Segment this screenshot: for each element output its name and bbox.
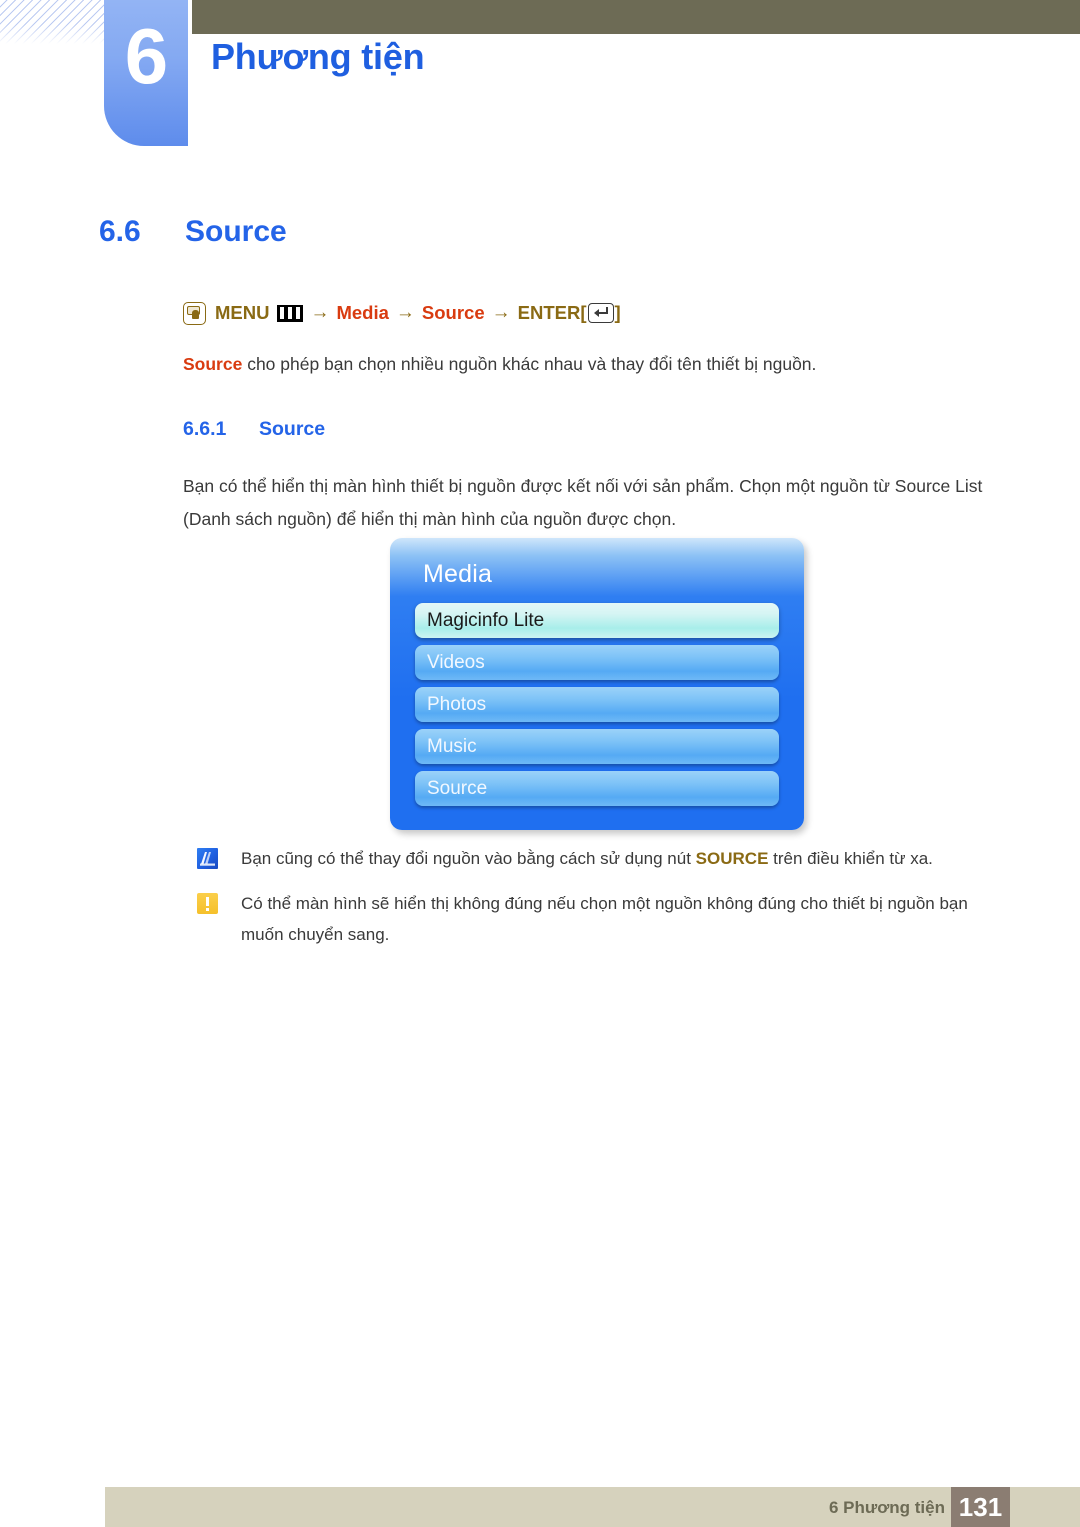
subsection-number: 6.6.1: [183, 418, 227, 440]
osd-item-photos[interactable]: Photos: [415, 687, 779, 722]
menu-path-step-source: Source: [421, 302, 485, 323]
chapter-title: Phương tiện: [211, 36, 425, 77]
osd-item-videos[interactable]: Videos: [415, 645, 779, 680]
footer-page-number: 131: [951, 1487, 1010, 1527]
body-paragraph: Bạn có thể hiển thị màn hình thiết bị ng…: [183, 476, 983, 529]
caution-exclamation-icon: [197, 893, 218, 914]
note-text: Bạn cũng có thể thay đổi nguồn vào bằng …: [241, 843, 933, 874]
note-text: Có thể màn hình sẽ hiển thị không đúng n…: [241, 894, 968, 944]
press-button-icon: [183, 301, 206, 325]
note-pencil-icon: [197, 848, 218, 869]
osd-item-label: Photos: [427, 694, 487, 715]
subsection-heading: 6.6.1 Source: [183, 418, 325, 441]
note-caution-wrong-source: Có thể màn hình sẽ hiển thị không đúng n…: [197, 888, 997, 950]
osd-item-label: Videos: [427, 652, 485, 673]
note-remote-source: Bạn cũng có thể thay đổi nguồn vào bằng …: [197, 843, 997, 874]
subsection-title: Source: [259, 418, 326, 440]
menu-path-menu-label: MENU: [215, 302, 270, 323]
note-text-bold: SOURCE: [695, 849, 769, 868]
enter-key-icon: [587, 303, 614, 323]
osd-item-label: Magicinfo Lite: [427, 610, 545, 631]
osd-item-source[interactable]: Source: [415, 771, 779, 806]
note-text-post: trên điều khiển từ xa.: [768, 849, 933, 868]
header-olive-bar: [192, 0, 1080, 34]
section-heading: 6.6 Source: [99, 215, 287, 249]
bracket-close: ]: [614, 302, 621, 323]
menu-path-enter-label: ENTER: [517, 302, 581, 323]
section-number: 6.6: [99, 215, 141, 248]
osd-screenshot: Media Magicinfo Lite Videos Photos Music…: [390, 538, 804, 830]
chapter-tab: 6: [104, 0, 188, 146]
osd-item-label: Source: [427, 778, 488, 799]
menu-path-arrow-3: →: [491, 302, 511, 323]
osd-panel: Media Magicinfo Lite Videos Photos Music…: [390, 538, 804, 830]
footer-chapter-label: 6 Phương tiện: [828, 1498, 945, 1517]
menu-path-line: MENU → Media → Source → ENTER [ ]: [183, 300, 621, 326]
footer-bar: 6 Phương tiện: [105, 1487, 1080, 1527]
chapter-number: 6: [124, 12, 168, 100]
intro-rest: cho phép bạn chọn nhiều nguồn khác nhau …: [242, 354, 817, 374]
osd-menu-list: Magicinfo Lite Videos Photos Music Sourc…: [415, 603, 779, 813]
menu-path-arrow-2: →: [395, 302, 415, 323]
section-title: Source: [185, 215, 287, 248]
intro-line: Source cho phép bạn chọn nhiều nguồn khá…: [183, 350, 1003, 379]
intro-bold-lead: Source: [183, 354, 243, 374]
page-header: 6 Phương tiện: [0, 0, 1080, 165]
menu-path-arrow-1: →: [310, 302, 330, 323]
bracket-open: [: [580, 302, 587, 323]
decorative-hatch-pattern: [0, 0, 108, 44]
osd-item-label: Music: [427, 736, 477, 757]
menu-bars-icon: [277, 304, 304, 322]
osd-panel-title: Media: [423, 560, 493, 588]
menu-path-step-media: Media: [336, 302, 389, 323]
osd-item-music[interactable]: Music: [415, 729, 779, 764]
osd-item-magicinfo-lite[interactable]: Magicinfo Lite: [415, 603, 779, 638]
note-text-pre: Bạn cũng có thể thay đổi nguồn vào bằng …: [241, 849, 696, 868]
